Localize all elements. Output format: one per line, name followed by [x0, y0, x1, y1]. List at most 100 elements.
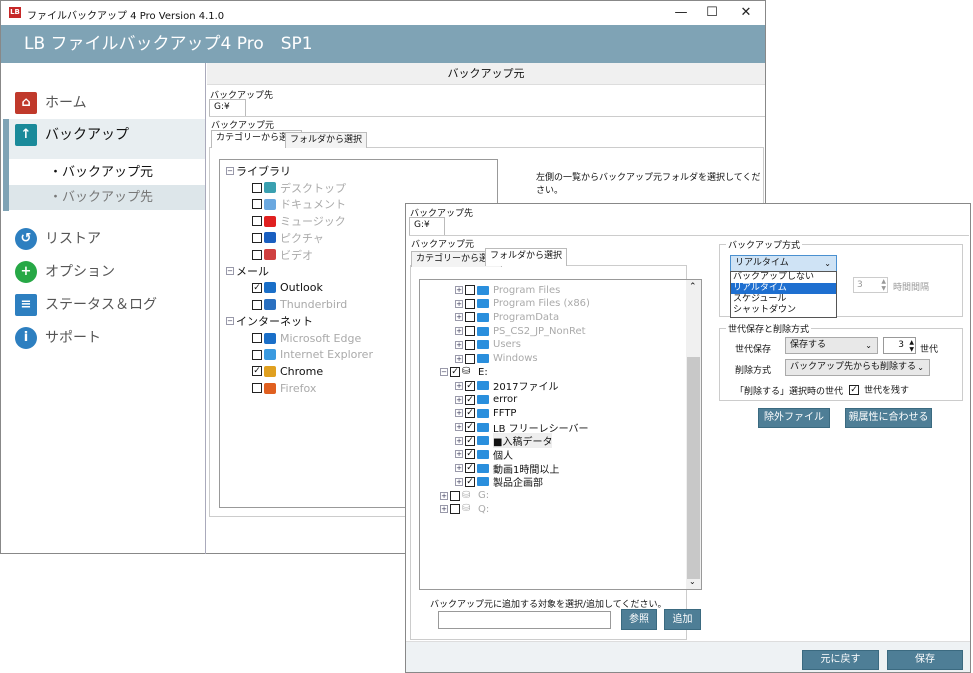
expand-icon[interactable]: +	[455, 340, 463, 349]
sidebar-item-1[interactable]: ↑ バックアップ	[15, 122, 129, 148]
checkbox-icon[interactable]	[252, 232, 262, 243]
expand-icon[interactable]: +	[440, 491, 448, 500]
keep-gen-checkbox[interactable]: ✓ 世代を残す	[849, 383, 909, 396]
tree-item[interactable]: + ✓ 2017ファイル	[455, 379, 558, 393]
tree-item[interactable]: + Program Files (x86)	[455, 297, 590, 311]
tree-group[interactable]: − インターネット	[226, 314, 313, 328]
tree-item[interactable]: + ✓ FFTP	[455, 406, 516, 420]
tree-item[interactable]: + PS_CS2_JP_NonRet	[455, 324, 586, 338]
scroll-down-icon[interactable]: ⌄	[689, 577, 696, 586]
checkbox-icon[interactable]	[450, 490, 460, 501]
checkbox-icon[interactable]: ✓	[465, 408, 475, 419]
tree-item[interactable]: + ✓ ■入稿データ	[455, 433, 553, 449]
dropdown-option[interactable]: スケジュール	[731, 294, 836, 305]
checkbox-icon[interactable]	[450, 504, 460, 515]
checkbox-icon[interactable]: ✓	[465, 449, 475, 460]
scrollbar[interactable]: ⌃ ⌄	[686, 280, 701, 589]
generation-count-stepper[interactable]: 3 ▲ ▼	[883, 337, 916, 354]
expand-icon[interactable]: +	[455, 286, 463, 294]
sidebar-item-2[interactable]: ↺ リストア	[15, 226, 101, 252]
expand-icon[interactable]: +	[455, 477, 463, 486]
checkbox-icon[interactable]: ✓	[465, 476, 475, 487]
tree-item[interactable]: ビデオ	[252, 248, 313, 262]
expand-icon[interactable]: +	[455, 327, 463, 336]
checkbox-icon[interactable]	[465, 298, 475, 309]
interval-stepper[interactable]: 3 ▲ ▼	[853, 277, 888, 293]
checkbox-icon[interactable]	[465, 312, 475, 323]
sidebar-item-3[interactable]: + オプション	[15, 259, 115, 285]
sidebar-subitem-dest[interactable]: ・バックアップ先	[9, 185, 205, 210]
tree-item[interactable]: + Windows	[455, 352, 538, 366]
tree-item[interactable]: ミュージック	[252, 214, 346, 228]
collapse-icon[interactable]: −	[226, 267, 234, 276]
tree-item[interactable]: + ⛁ G:	[440, 489, 489, 503]
checkbox-icon[interactable]	[465, 285, 475, 295]
add-path-input[interactable]	[438, 611, 611, 629]
sidebar-item-4[interactable]: ≡ ステータス＆ログ	[15, 292, 157, 318]
minimize-button[interactable]: —	[666, 3, 696, 23]
checkbox-icon[interactable]	[465, 353, 475, 364]
expand-icon[interactable]: +	[455, 395, 463, 404]
expand-icon[interactable]: +	[440, 505, 448, 514]
stepper-arrows-icon[interactable]: ▲ ▼	[909, 339, 914, 353]
tree-item[interactable]: ピクチャ	[252, 231, 324, 245]
match-parent-attr-button[interactable]: 親属性に合わせる	[845, 408, 932, 428]
add-button[interactable]: 追加	[664, 609, 701, 630]
expand-icon[interactable]: +	[455, 436, 463, 445]
dest-tab[interactable]: G:¥	[209, 99, 246, 117]
checkbox-icon[interactable]	[465, 326, 475, 337]
tree-item[interactable]: ✓ Outlook	[252, 281, 323, 295]
tree-item[interactable]: − ✓ ⛁ E:	[440, 365, 488, 379]
checkbox-icon[interactable]: ✓	[252, 366, 262, 377]
checkbox-icon[interactable]: ✓	[450, 367, 460, 378]
tab-folder[interactable]: フォルダから選択	[285, 132, 368, 148]
tree-item[interactable]: ドキュメント	[252, 197, 346, 211]
checkbox-icon[interactable]: ✓	[465, 394, 475, 405]
collapse-icon[interactable]: −	[440, 368, 448, 377]
expand-icon[interactable]: +	[455, 354, 463, 363]
browse-button[interactable]: 参照	[621, 609, 657, 630]
tree-item[interactable]: + ✓ 動画1時間以上	[455, 461, 559, 476]
checkbox-icon[interactable]: ✓	[849, 384, 859, 395]
delete-method-select[interactable]: バックアップ先からも削除する ⌄	[785, 359, 930, 376]
checkbox-icon[interactable]	[252, 299, 262, 310]
dropdown-option[interactable]: シャットダウン	[731, 305, 836, 316]
close-button[interactable]: ✕	[731, 3, 761, 23]
tree-item[interactable]: Firefox	[252, 381, 316, 395]
revert-button[interactable]: 元に戻す	[802, 650, 879, 670]
collapse-icon[interactable]: −	[226, 317, 234, 326]
dropdown-option[interactable]: リアルタイム	[731, 283, 836, 294]
collapse-icon[interactable]: −	[226, 167, 234, 175]
backup-method-select[interactable]: リアルタイム ⌄	[730, 255, 837, 272]
save-button[interactable]: 保存	[887, 650, 963, 670]
checkbox-icon[interactable]	[252, 349, 262, 360]
sidebar-subitem-source[interactable]: ・バックアップ元	[9, 160, 205, 185]
tree-item[interactable]: + ✓ 製品企画部	[455, 475, 543, 489]
exclude-files-button[interactable]: 除外ファイル	[758, 408, 830, 428]
tree-item[interactable]: Thunderbird	[252, 298, 347, 312]
tree-item[interactable]: Internet Explorer	[252, 348, 373, 362]
tree-item[interactable]: + ⛁ Q:	[440, 502, 489, 516]
tree-item[interactable]: + ProgramData	[455, 310, 559, 324]
tree-item[interactable]: Microsoft Edge	[252, 331, 361, 345]
tree-group[interactable]: − ライブラリ	[226, 164, 291, 178]
tree-item[interactable]: + Program Files	[455, 283, 560, 297]
sidebar-item-0[interactable]: ⌂ ホーム	[15, 90, 87, 116]
tree-group[interactable]: − メール	[226, 264, 269, 278]
dest-tab[interactable]: G:¥	[409, 217, 445, 235]
dropdown-option[interactable]: バックアップしない	[731, 272, 836, 283]
checkbox-icon[interactable]	[252, 199, 262, 210]
expand-icon[interactable]: +	[455, 409, 463, 418]
checkbox-icon[interactable]	[252, 333, 262, 343]
tree-item[interactable]: デスクトップ	[252, 181, 346, 195]
tree-item[interactable]: + ✓ 個人	[455, 447, 513, 462]
expand-icon[interactable]: +	[455, 423, 463, 431]
checkbox-icon[interactable]: ✓	[465, 435, 475, 446]
expand-icon[interactable]: +	[455, 464, 463, 473]
expand-icon[interactable]: +	[455, 381, 463, 390]
tree-item[interactable]: ✓ Chrome	[252, 364, 323, 378]
expand-icon[interactable]: +	[455, 450, 463, 459]
checkbox-icon[interactable]: ✓	[465, 422, 475, 432]
tree-item[interactable]: + ✓ error	[455, 393, 517, 407]
tab-folder[interactable]: フォルダから選択	[485, 248, 568, 266]
